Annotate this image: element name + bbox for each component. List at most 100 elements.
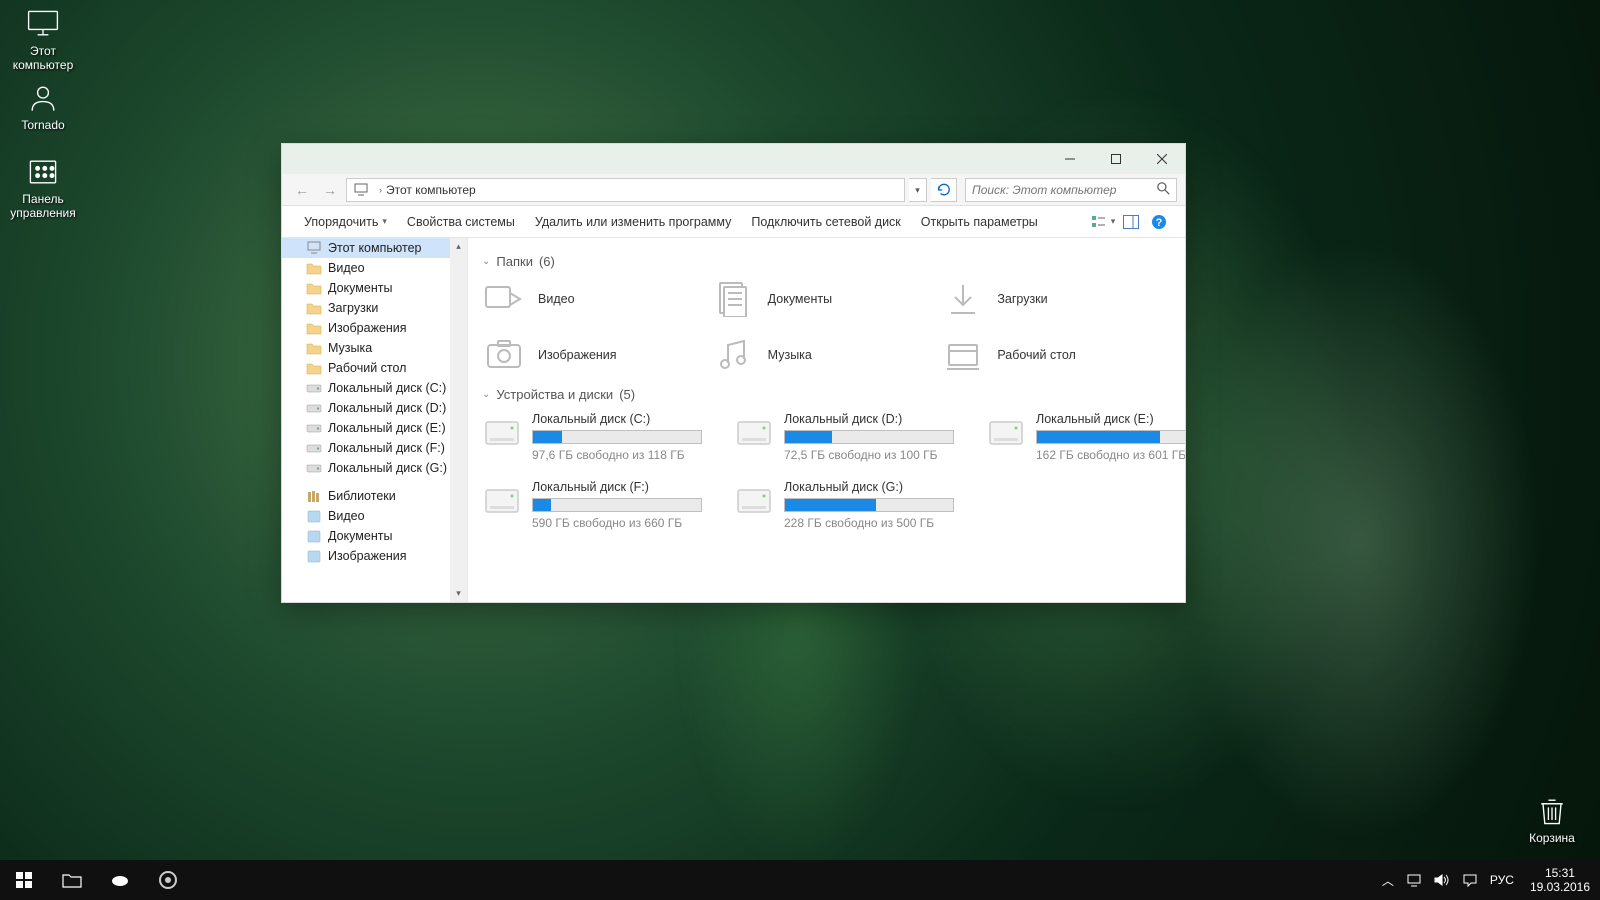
refresh-button[interactable] — [931, 178, 957, 202]
drive-icon — [482, 480, 522, 520]
tray-overflow[interactable]: ︿ — [1376, 860, 1400, 900]
drive-item[interactable]: Локальный диск (C:)97,6 ГБ свободно из 1… — [482, 412, 726, 462]
group-header-folders[interactable]: ⌄ Папки (6) — [482, 254, 1171, 269]
scroll-up-icon[interactable]: ▴ — [450, 238, 467, 255]
minimize-icon — [1065, 154, 1075, 164]
start-button[interactable] — [0, 860, 48, 900]
refresh-icon — [937, 183, 951, 197]
desktop-icon-label: Панель управления — [5, 192, 81, 220]
tree-item[interactable]: Изображения — [282, 318, 450, 338]
back-button[interactable]: ← — [290, 178, 314, 202]
tree-label: Изображения — [328, 549, 407, 563]
desktop-icon-user[interactable]: Tornado — [5, 82, 81, 132]
minimize-button[interactable] — [1047, 144, 1093, 174]
pc-icon — [306, 241, 322, 255]
tree-label: Этот компьютер — [328, 241, 421, 255]
scroll-down-icon[interactable]: ▾ — [450, 585, 467, 602]
toolbar-map-drive[interactable]: Подключить сетевой диск — [741, 206, 910, 238]
tree-label: Локальный диск (E:) — [328, 421, 446, 435]
tray-language[interactable]: РУС — [1484, 860, 1520, 900]
tree-label: Загрузки — [328, 301, 378, 315]
group-header-drives[interactable]: ⌄ Устройства и диски (5) — [482, 387, 1171, 402]
tree-item[interactable]: Загрузки — [282, 298, 450, 318]
maximize-button[interactable] — [1093, 144, 1139, 174]
taskbar: ︿ РУС 15:31 19.03.2016 — [0, 860, 1600, 900]
taskbar-chrome[interactable] — [144, 860, 192, 900]
address-bar[interactable]: › Этот компьютер — [346, 178, 905, 202]
tree-item[interactable]: Видео — [282, 506, 450, 526]
drive-icon — [482, 412, 522, 452]
folder-item[interactable]: Документы — [712, 279, 942, 319]
tree-label: Документы — [328, 281, 392, 295]
folder-item[interactable]: Видео — [482, 279, 712, 319]
drive-free-text: 228 ГБ свободно из 500 ГБ — [784, 516, 954, 530]
drive-free-text: 72,5 ГБ свободно из 100 ГБ — [784, 448, 954, 462]
maximize-icon — [1111, 154, 1121, 164]
drive-free-text: 590 ГБ свободно из 660 ГБ — [532, 516, 702, 530]
tree-item[interactable]: Изображения — [282, 546, 450, 566]
library-item-icon — [306, 549, 322, 563]
user-icon — [23, 82, 63, 114]
folder-label: Видео — [538, 292, 575, 306]
tree-item[interactable]: Локальный диск (C:) — [282, 378, 450, 398]
tray-network[interactable] — [1400, 860, 1428, 900]
tree-item[interactable]: Локальный диск (E:) — [282, 418, 450, 438]
search-box[interactable] — [965, 178, 1177, 202]
preview-pane-button[interactable] — [1117, 208, 1145, 236]
desktop-icon-control-panel[interactable]: Панель управления — [5, 156, 81, 220]
drive-name: Локальный диск (D:) — [784, 412, 954, 426]
forward-button[interactable]: → — [318, 178, 342, 202]
network-icon — [1406, 873, 1422, 887]
taskbar-app-1[interactable] — [96, 860, 144, 900]
tray-clock[interactable]: 15:31 19.03.2016 — [1520, 866, 1600, 894]
tree-item[interactable]: Локальный диск (G:) — [282, 458, 450, 478]
search-input[interactable] — [972, 183, 1157, 197]
tree-label: Локальный диск (F:) — [328, 441, 445, 455]
drive-item[interactable]: Локальный диск (D:) 72,5 ГБ свободно из 1… — [734, 412, 978, 462]
tree-item[interactable]: Документы — [282, 526, 450, 546]
explorer-window: ← → › Этот компьютер ▾ Упорядочить▾ Свой… — [281, 143, 1186, 603]
tree-item[interactable]: Рабочий стол — [282, 358, 450, 378]
tree-item[interactable]: Музыка — [282, 338, 450, 358]
desktop-icon-this-pc[interactable]: Этот компьютер — [5, 8, 81, 72]
view-options-button[interactable]: ▾ — [1089, 208, 1117, 236]
folder-icon — [306, 261, 322, 275]
tree-this-pc[interactable]: Этот компьютер — [282, 238, 450, 258]
tree-item[interactable]: Локальный диск (D:) — [282, 398, 450, 418]
titlebar[interactable] — [282, 144, 1185, 174]
scrollbar[interactable]: ▴ ▾ — [450, 238, 467, 602]
drive-item[interactable]: Локальный диск (F:)590 ГБ свободно из 66… — [482, 480, 726, 530]
folder-label: Изображения — [538, 348, 617, 362]
tree-item[interactable]: Видео — [282, 258, 450, 278]
drive-usage-bar — [784, 498, 954, 512]
toolbar-uninstall[interactable]: Удалить или изменить программу — [525, 206, 742, 238]
drive-item[interactable]: Локальный диск (G:)228 ГБ свободно из 50… — [734, 480, 978, 530]
drive-name: Локальный диск (E:) — [1036, 412, 1185, 426]
tree-label: Локальный диск (D:) — [328, 401, 446, 415]
tree-item[interactable]: Локальный диск (F:) — [282, 438, 450, 458]
close-button[interactable] — [1139, 144, 1185, 174]
address-dropdown[interactable]: ▾ — [909, 178, 927, 202]
folder-item[interactable]: Изображения — [482, 335, 712, 375]
taskbar-explorer[interactable] — [48, 860, 96, 900]
folder-item[interactable]: Музыка — [712, 335, 942, 375]
desktop-icon-recycle-bin[interactable]: Корзина — [1514, 795, 1590, 845]
tray-action-center[interactable] — [1456, 860, 1484, 900]
toolbar-open-settings[interactable]: Открыть параметры — [911, 206, 1048, 238]
folder-type-icon — [712, 279, 756, 319]
toolbar-organize[interactable]: Упорядочить▾ — [294, 206, 397, 238]
folder-item[interactable]: Загрузки — [941, 279, 1171, 319]
help-button[interactable]: ? — [1145, 208, 1173, 236]
drive-icon — [306, 401, 322, 415]
tray-volume[interactable] — [1428, 860, 1456, 900]
tree-item[interactable]: Документы — [282, 278, 450, 298]
svg-text:?: ? — [1156, 217, 1163, 229]
cloud-icon — [110, 873, 130, 887]
tree-libraries[interactable]: Библиотеки — [282, 486, 450, 506]
folder-item[interactable]: Рабочий стол — [941, 335, 1171, 375]
drive-item[interactable]: Локальный диск (E:)162 ГБ свободно из 60… — [986, 412, 1185, 462]
sidebar: Этот компьютер ВидеоДокументыЗагрузкиИзо… — [282, 238, 468, 602]
notification-icon — [1462, 873, 1478, 887]
toolbar-system-props[interactable]: Свойства системы — [397, 206, 525, 238]
library-item-icon — [306, 509, 322, 523]
